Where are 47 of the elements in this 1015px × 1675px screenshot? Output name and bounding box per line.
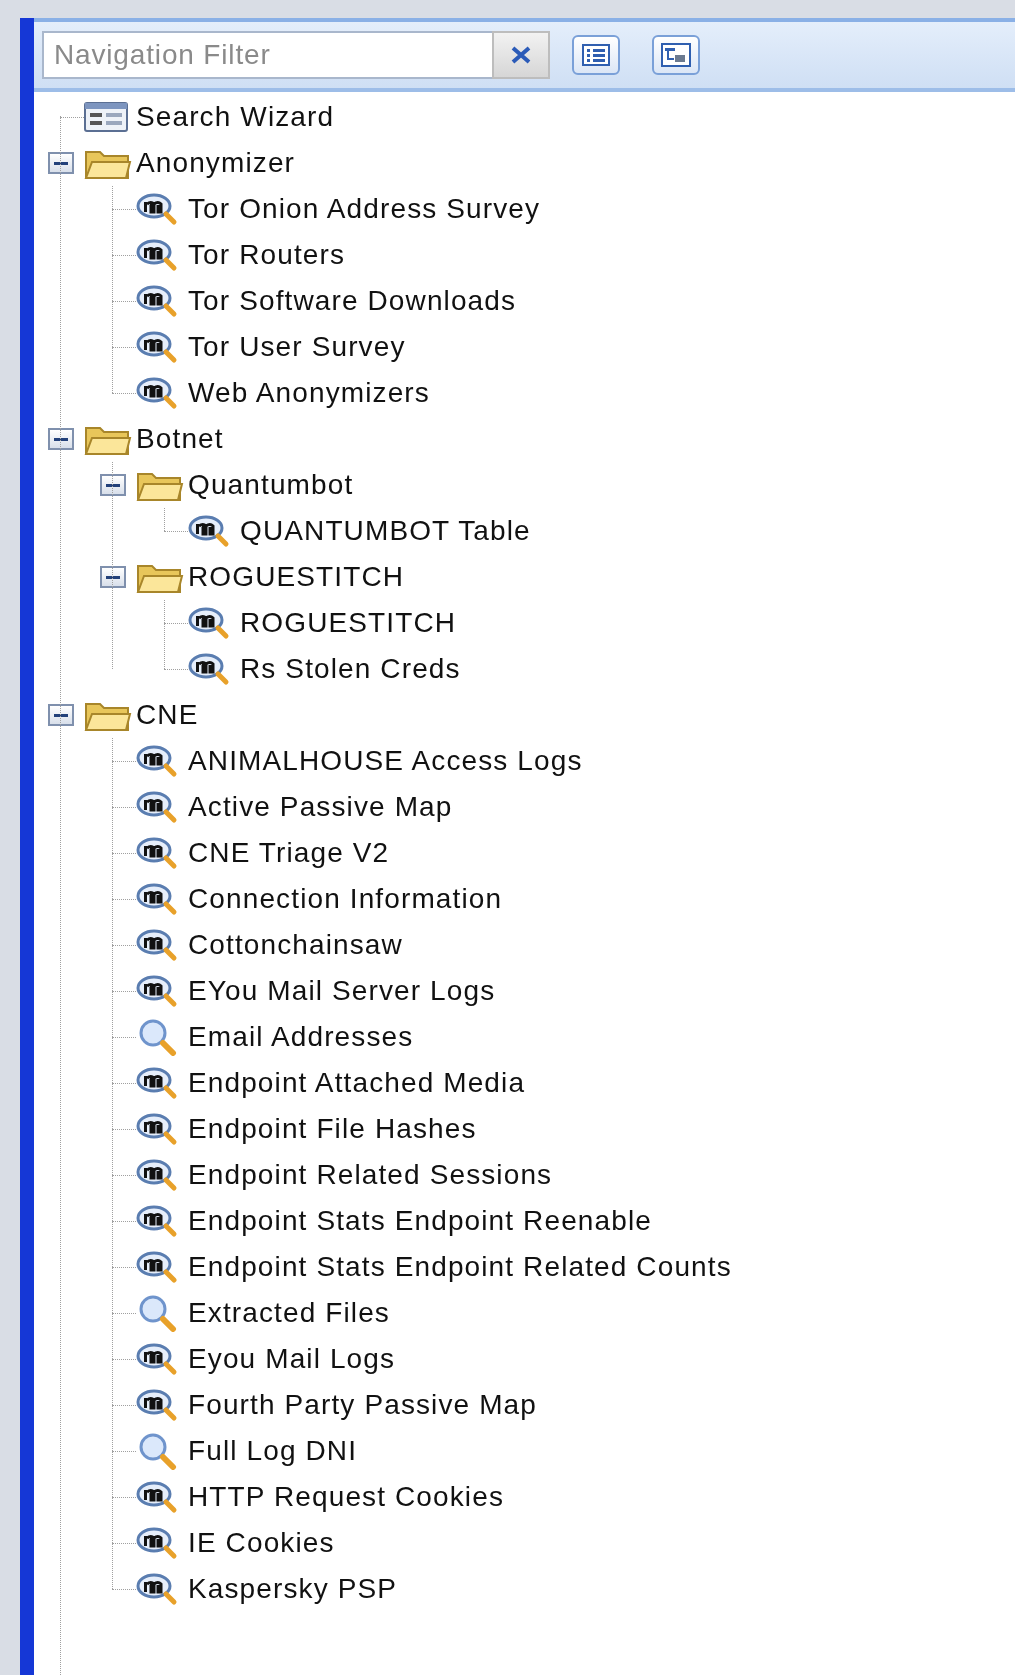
tree-item[interactable]: Fourth Party Passive Map xyxy=(188,1384,537,1426)
close-icon xyxy=(510,46,532,64)
tree-item[interactable]: Extracted Files xyxy=(188,1292,390,1334)
collapse-toggle[interactable] xyxy=(100,474,126,496)
tree-item[interactable]: Full Log DNI xyxy=(188,1430,358,1472)
tree-item[interactable]: Email Addresses xyxy=(188,1016,414,1058)
tree-item[interactable]: Endpoint Stats Endpoint Reenable xyxy=(188,1200,652,1242)
tree-item[interactable]: Connection Information xyxy=(188,878,503,920)
tree-item[interactable]: CNE Triage V2 xyxy=(188,832,390,874)
tree-item[interactable]: Anonymizer xyxy=(136,142,296,184)
tree-item[interactable]: Endpoint File Hashes xyxy=(188,1108,477,1150)
tree-item[interactable]: HTTP Request Cookies xyxy=(188,1476,504,1518)
tree-item[interactable]: Quantumbot xyxy=(188,464,354,506)
list-view-button[interactable] xyxy=(572,35,620,75)
tree-item[interactable]: QUANTUMBOT Table xyxy=(240,510,531,552)
navigation-filter-field[interactable]: Navigation Filter xyxy=(42,31,492,79)
collapse-toggle[interactable] xyxy=(48,152,74,174)
form-icon xyxy=(84,102,128,132)
tree-view-button[interactable] xyxy=(652,35,700,75)
tree-item[interactable]: ANIMALHOUSE Access Logs xyxy=(188,740,583,782)
list-icon xyxy=(582,44,610,66)
tree-item[interactable]: Search Wizard xyxy=(136,96,335,138)
tree-item[interactable]: EYou Mail Server Logs xyxy=(188,970,496,1012)
tree-item[interactable]: Tor Routers xyxy=(188,234,346,276)
tree-item[interactable]: Cottonchainsaw xyxy=(188,924,403,966)
clear-button[interactable] xyxy=(492,31,550,79)
tree-item[interactable]: Tor Software Downloads xyxy=(188,280,517,322)
tree-item[interactable]: CNE xyxy=(136,694,199,736)
tree-item[interactable]: Rs Stolen Creds xyxy=(240,648,461,690)
tree-item[interactable]: Kaspersky PSP xyxy=(188,1568,398,1610)
table-magnifier-icon xyxy=(136,1250,180,1284)
collapse-toggle[interactable] xyxy=(100,566,126,588)
hierarchy-icon xyxy=(661,43,691,67)
tree-item[interactable]: Tor Onion Address Survey xyxy=(188,188,541,230)
tree-item[interactable]: Eyou Mail Logs xyxy=(188,1338,396,1380)
tree-item[interactable]: Endpoint Attached Media xyxy=(188,1062,526,1104)
tree-item[interactable]: Tor User Survey xyxy=(188,326,406,368)
tree-item[interactable]: ROGUESTITCH xyxy=(188,556,405,598)
tree-item[interactable]: IE Cookies xyxy=(188,1522,335,1564)
tree-item[interactable]: Endpoint Related Sessions xyxy=(188,1154,553,1196)
tree-item[interactable]: Active Passive Map xyxy=(188,786,453,828)
tree-item[interactable]: Botnet xyxy=(136,418,224,460)
tree-item[interactable]: Endpoint Stats Endpoint Related Counts xyxy=(188,1246,732,1288)
collapse-toggle[interactable] xyxy=(48,428,74,450)
tree-item[interactable]: ROGUESTITCH xyxy=(240,602,457,644)
tree-item[interactable]: Web Anonymizers xyxy=(188,372,430,414)
collapse-toggle[interactable] xyxy=(48,704,74,726)
